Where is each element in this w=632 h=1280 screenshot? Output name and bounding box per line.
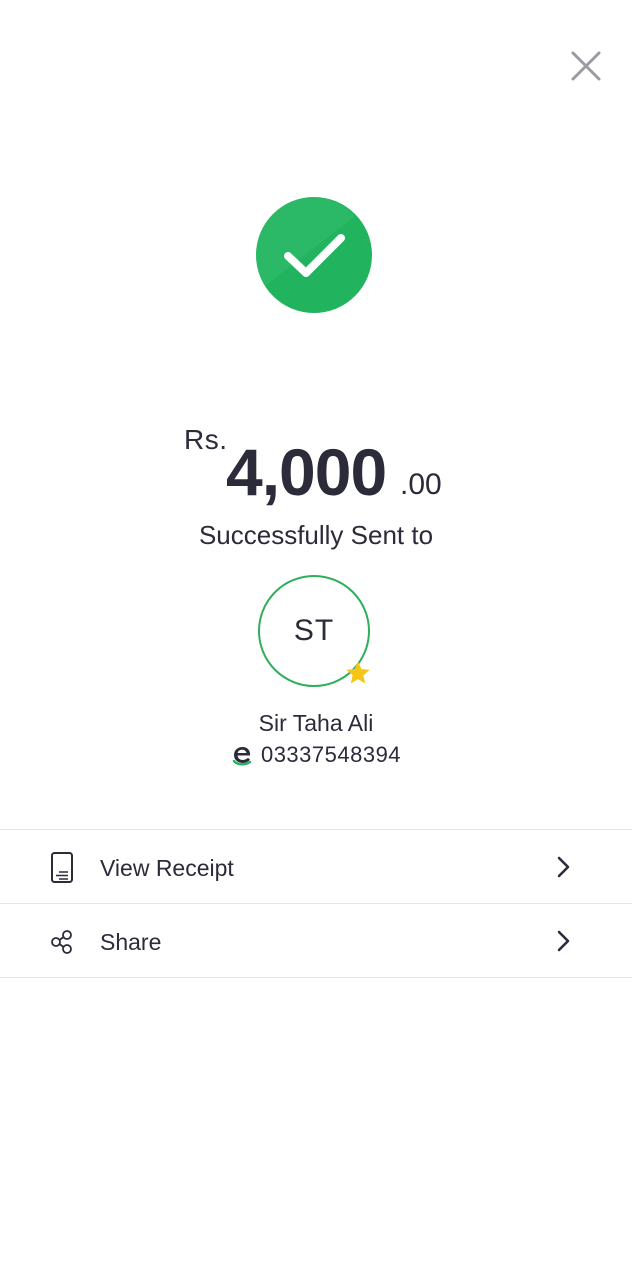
transaction-success-screen: Rs. 4,000 .00 Successfully Sent to ST Si… — [0, 0, 632, 1280]
divider — [0, 829, 632, 830]
recipient-avatar: ST — [258, 575, 370, 687]
amount-fraction: .00 — [400, 468, 442, 501]
divider — [0, 903, 632, 904]
recipient-name: Sir Taha Ali — [258, 710, 374, 736]
share-button[interactable]: Share — [0, 905, 632, 977]
receipt-icon — [51, 852, 73, 883]
divider — [0, 977, 632, 978]
share-icon — [51, 930, 72, 954]
close-button[interactable] — [566, 46, 606, 86]
chevron-right-icon — [557, 930, 570, 952]
recipient-phone: 03337548394 — [260, 742, 402, 767]
easypaisa-icon — [232, 747, 252, 766]
chevron-right-icon — [557, 856, 570, 878]
star-icon — [346, 661, 370, 684]
amount-currency: Rs. — [184, 424, 228, 455]
success-message: Successfully Sent to — [198, 520, 434, 550]
view-receipt-label: View Receipt — [100, 855, 234, 881]
amount-whole: 4,000 — [226, 435, 387, 509]
close-icon — [571, 51, 601, 81]
recipient-phone-row: 03337548394 — [0, 742, 632, 768]
transfer-amount: Rs. 4,000 .00 — [0, 420, 632, 510]
view-receipt-button[interactable]: View Receipt — [0, 831, 632, 903]
avatar-initials: ST — [293, 614, 335, 647]
success-check-icon — [255, 196, 373, 314]
share-label: Share — [100, 929, 162, 955]
